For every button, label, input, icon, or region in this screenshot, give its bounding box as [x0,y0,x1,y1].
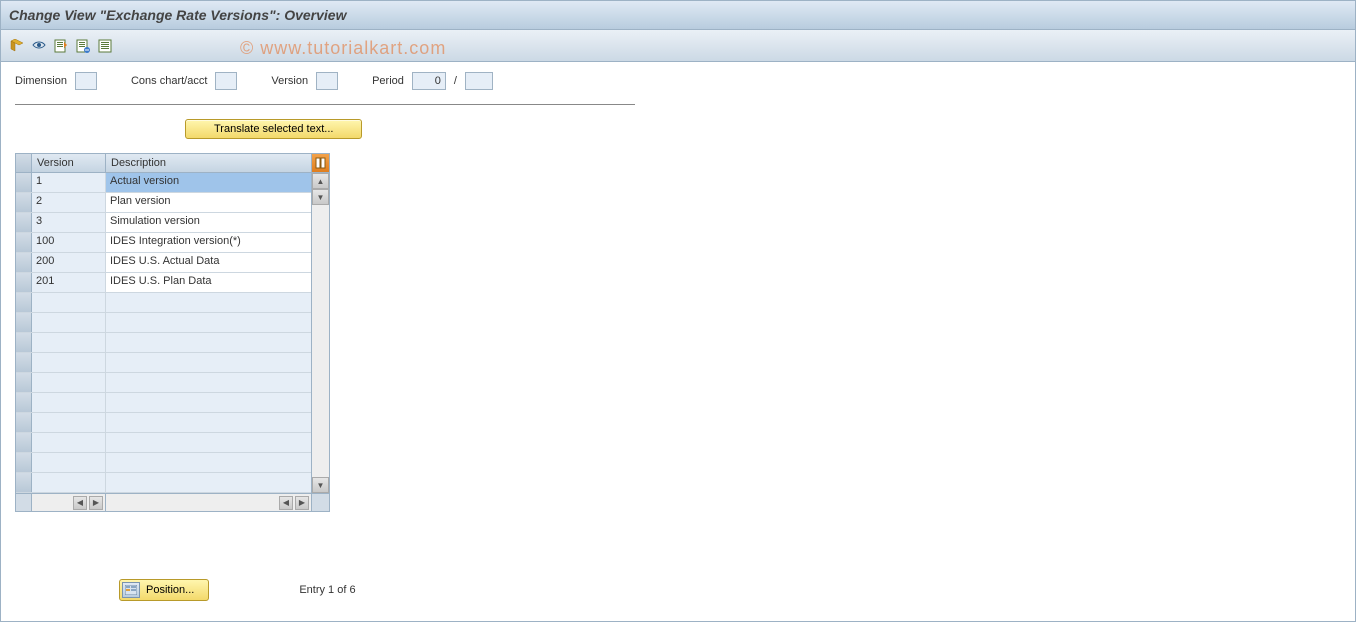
versions-table: Version Description 1Actual version2Plan… [15,153,330,512]
period-year-field[interactable] [465,72,493,90]
row-selector[interactable] [16,393,32,412]
select-all-column[interactable] [16,154,32,172]
scroll-right-icon[interactable]: ▶ [89,496,103,510]
version-column-header[interactable]: Version [32,154,106,172]
delete-icon[interactable] [73,36,93,56]
vertical-scrollbar[interactable]: ▲ ▼ ▼ [311,173,329,493]
row-selector[interactable] [16,333,32,352]
row-description[interactable]: Simulation version [106,213,329,232]
position-button[interactable]: Position... [119,579,209,601]
dimension-label: Dimension [15,75,67,87]
row-version[interactable]: 200 [32,253,106,272]
row-selector[interactable] [16,253,32,272]
row-selector[interactable] [16,293,32,312]
row-description[interactable]: Plan version [106,193,329,212]
period-separator: / [454,75,457,87]
horizontal-scrollbar[interactable]: ◀ ▶ ◀ ▶ [16,493,329,511]
row-selector[interactable] [16,413,32,432]
row-version[interactable]: 100 [32,233,106,252]
position-icon [122,582,140,598]
table-header: Version Description [16,154,329,173]
table-row[interactable]: 2Plan version [16,193,329,213]
cons-chart-label: Cons chart/acct [131,75,207,87]
row-selector[interactable] [16,173,32,192]
row-version[interactable]: 3 [32,213,106,232]
scroll-up-icon[interactable]: ▲ [312,173,329,189]
row-version[interactable]: 2 [32,193,106,212]
row-selector[interactable] [16,213,32,232]
row-selector[interactable] [16,433,32,452]
row-selector[interactable] [16,233,32,252]
period-label: Period [372,75,404,87]
table-row[interactable]: 100IDES Integration version(*) [16,233,329,253]
content-area: Dimension Cons chart/acct Version Period… [0,62,1356,622]
dimension-field[interactable] [75,72,97,90]
row-description[interactable]: Actual version [106,173,329,192]
row-version[interactable]: 1 [32,173,106,192]
table-row[interactable]: 200IDES U.S. Actual Data [16,253,329,273]
description-column-header[interactable]: Description [106,154,311,172]
row-version[interactable]: 201 [32,273,106,292]
version-label: Version [271,75,308,87]
table-row [16,333,329,353]
version-field[interactable] [316,72,338,90]
scroll-down-bottom-icon[interactable]: ▼ [312,477,329,493]
table-row [16,353,329,373]
copy-icon[interactable] [51,36,71,56]
entry-count: Entry 1 of 6 [299,584,355,596]
scroll-right2-icon[interactable]: ▶ [295,496,309,510]
table-row[interactable]: 201IDES U.S. Plan Data [16,273,329,293]
table-row [16,373,329,393]
table-config-icon[interactable] [311,154,329,172]
row-selector[interactable] [16,193,32,212]
table-row [16,453,329,473]
scroll-left2-icon[interactable]: ◀ [279,496,293,510]
table-row [16,413,329,433]
table-row[interactable]: 1Actual version [16,173,329,193]
footer-row: Position... Entry 1 of 6 [119,579,356,601]
row-selector[interactable] [16,353,32,372]
table-row[interactable]: 3Simulation version [16,213,329,233]
scroll-down-icon[interactable]: ▼ [312,189,329,205]
position-label: Position... [146,584,194,596]
title-bar: Change View "Exchange Rate Versions": Ov… [0,0,1356,30]
row-selector[interactable] [16,313,32,332]
table-row [16,393,329,413]
table-row [16,433,329,453]
translate-row: Translate selected text... [185,119,1341,139]
row-description[interactable]: IDES U.S. Actual Data [106,253,329,272]
toolbar [0,30,1356,62]
row-selector[interactable] [16,453,32,472]
row-description[interactable]: IDES Integration version(*) [106,233,329,252]
scroll-track[interactable] [312,205,329,477]
new-entries-icon[interactable] [29,36,49,56]
translate-button[interactable]: Translate selected text... [185,119,362,139]
table-row [16,313,329,333]
filter-row: Dimension Cons chart/acct Version Period… [15,72,635,105]
select-icon[interactable] [95,36,115,56]
table-body: 1Actual version2Plan version3Simulation … [16,173,329,493]
table-row [16,473,329,493]
row-selector[interactable] [16,373,32,392]
toggle-display-icon[interactable] [7,36,27,56]
row-selector[interactable] [16,473,32,492]
row-selector[interactable] [16,273,32,292]
row-description[interactable]: IDES U.S. Plan Data [106,273,329,292]
page-title: Change View "Exchange Rate Versions": Ov… [9,7,346,23]
scroll-left-icon[interactable]: ◀ [73,496,87,510]
table-row [16,293,329,313]
cons-chart-field[interactable] [215,72,237,90]
period-value[interactable]: 0 [412,72,446,90]
